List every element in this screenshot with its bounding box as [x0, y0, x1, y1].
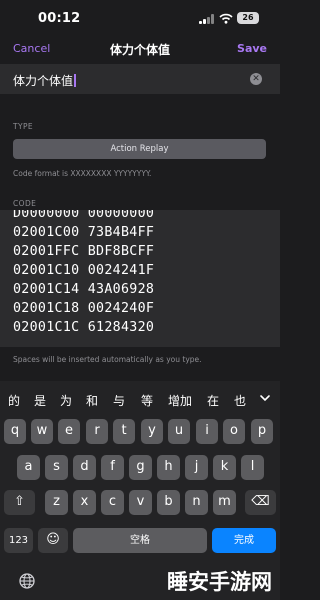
save-button[interactable]: Save — [237, 42, 267, 55]
numbers-key[interactable]: 123 — [4, 528, 33, 553]
code-line: 02001C18 0024240F — [13, 301, 155, 316]
key-o[interactable]: o — [223, 419, 245, 444]
type-select-button[interactable]: Action Replay — [13, 139, 266, 159]
battery-icon: 26 — [237, 12, 259, 24]
key-v[interactable]: v — [129, 490, 152, 515]
code-helper-text: Spaces will be inserted automatically as… — [13, 355, 202, 364]
key-d[interactable]: d — [73, 455, 96, 480]
candidate-word[interactable]: 为 — [60, 392, 72, 409]
code-text-area[interactable]: D0000000 00000000 02001C00 73B4B4FF 0200… — [0, 210, 280, 347]
key-m[interactable]: m — [213, 490, 236, 515]
key-s[interactable]: s — [45, 455, 68, 480]
candidate-word[interactable]: 在 — [207, 392, 219, 409]
clear-text-icon[interactable]: ✕ — [250, 73, 262, 85]
key-i[interactable]: i — [196, 419, 218, 444]
candidate-word[interactable]: 的 — [8, 392, 20, 409]
key-u[interactable]: u — [168, 419, 190, 444]
key-n[interactable]: n — [185, 490, 208, 515]
code-line: D0000000 00000000 — [13, 210, 155, 221]
wifi-icon — [219, 13, 233, 24]
type-section-label: TYPE — [13, 122, 34, 131]
signal-icon — [199, 14, 215, 24]
done-key[interactable]: 完成 — [212, 528, 276, 553]
nav-bar: Cancel 体力个体值 Save — [0, 34, 280, 64]
key-j[interactable]: j — [185, 455, 208, 480]
key-p[interactable]: p — [251, 419, 273, 444]
code-line: 02001C10 0024241F — [13, 263, 155, 278]
emoji-key[interactable]: ☺ — [38, 528, 68, 553]
code-line: 02001C1C 61284320 — [13, 320, 155, 335]
key-g[interactable]: g — [129, 455, 152, 480]
candidate-word[interactable]: 是 — [34, 392, 46, 409]
globe-icon[interactable] — [18, 572, 36, 590]
status-time: 00:12 — [38, 11, 81, 26]
candidate-word[interactable]: 等 — [141, 392, 153, 409]
candidate-word[interactable]: 增加 — [168, 392, 192, 409]
key-z[interactable]: z — [45, 490, 68, 515]
chevron-down-icon[interactable] — [258, 391, 272, 405]
key-w[interactable]: w — [31, 419, 53, 444]
key-x[interactable]: x — [73, 490, 96, 515]
key-y[interactable]: y — [141, 419, 163, 444]
code-line: 02001C14 43A06928 — [13, 282, 155, 297]
key-q[interactable]: q — [4, 419, 26, 444]
candidate-word[interactable]: 与 — [113, 392, 125, 409]
delete-key[interactable]: ⌫ — [245, 490, 276, 515]
status-bar: 00:12 26 — [0, 0, 280, 34]
code-section-label: CODE — [13, 199, 37, 208]
key-r[interactable]: r — [86, 419, 108, 444]
candidate-word[interactable]: 也 — [234, 392, 246, 409]
cheat-name-field[interactable]: 体力个体值 ✕ — [0, 64, 280, 94]
key-h[interactable]: h — [157, 455, 180, 480]
cheat-name-value: 体力个体值 — [13, 72, 76, 89]
key-f[interactable]: f — [101, 455, 124, 480]
key-e[interactable]: e — [58, 419, 80, 444]
key-t[interactable]: t — [113, 419, 135, 444]
key-k[interactable]: k — [213, 455, 236, 480]
candidate-word[interactable]: 和 — [86, 392, 98, 409]
code-line: 02001FFC BDF8BCFF — [13, 244, 155, 259]
shift-key[interactable]: ⇧ — [4, 490, 35, 515]
code-line: 02001C00 73B4B4FF — [13, 225, 155, 240]
space-key[interactable]: 空格 — [73, 528, 207, 553]
key-c[interactable]: c — [101, 490, 124, 515]
key-b[interactable]: b — [157, 490, 180, 515]
type-helper-text: Code format is XXXXXXXX YYYYYYYY. — [13, 169, 152, 178]
key-l[interactable]: l — [241, 455, 264, 480]
text-cursor — [74, 74, 76, 87]
key-a[interactable]: a — [17, 455, 40, 480]
watermark: 睡安手游网 — [167, 570, 272, 594]
